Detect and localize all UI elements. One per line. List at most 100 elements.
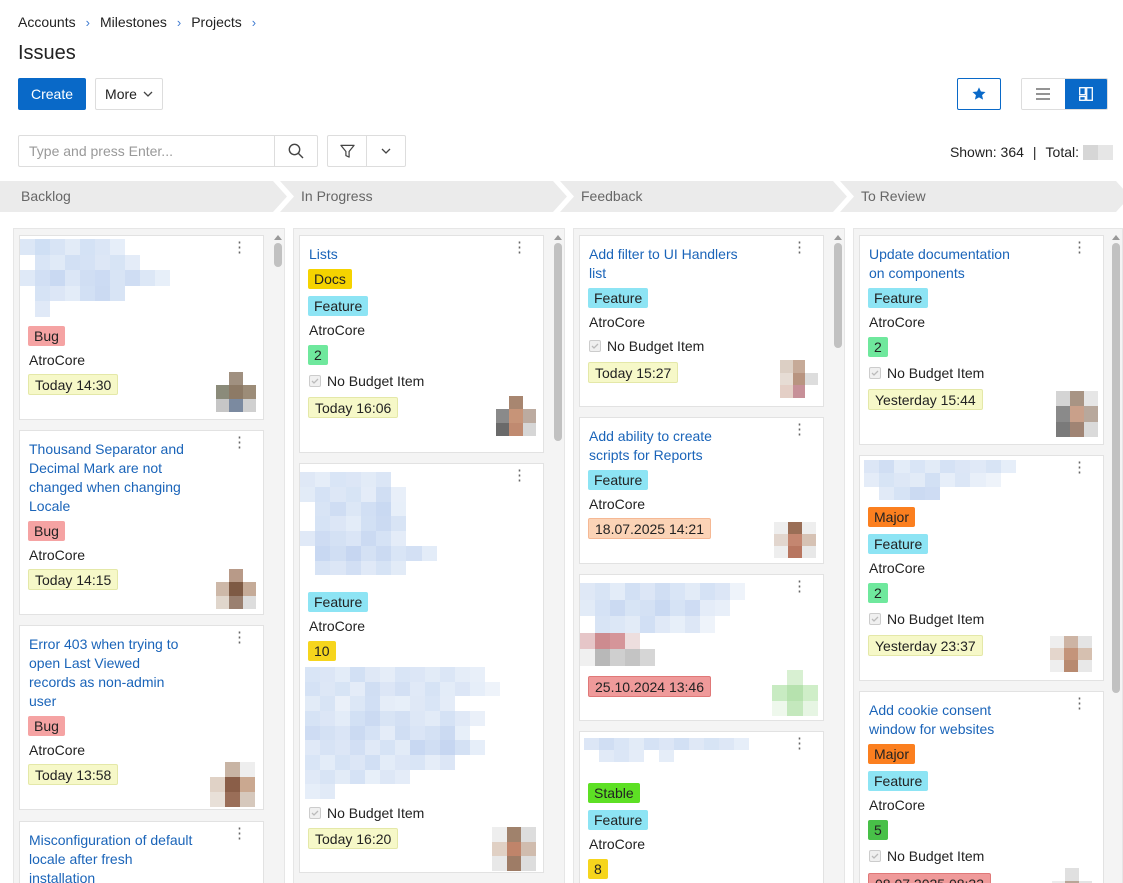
issue-title-link[interactable]: Error 403 when trying to open Last Viewe…	[29, 635, 189, 711]
issue-title-link[interactable]: Thousand Separator and Decimal Mark are …	[29, 440, 209, 516]
avatar[interactable]	[492, 827, 536, 871]
kebab-menu-icon[interactable]: ⋮	[792, 240, 807, 255]
checkbox-icon	[309, 807, 321, 819]
issue-card[interactable]: ⋮ Error 403 when trying to open Last Vie…	[19, 625, 264, 810]
kanban-icon	[1078, 87, 1093, 101]
avatar[interactable]	[216, 569, 256, 609]
kebab-menu-icon[interactable]: ⋮	[232, 240, 247, 255]
create-button[interactable]: Create	[18, 78, 86, 110]
project-name: AtroCore	[869, 797, 926, 813]
date-badge: Today 15:27	[588, 362, 679, 383]
kebab-menu-icon[interactable]: ⋮	[792, 736, 807, 751]
list-view-button[interactable]	[1022, 79, 1065, 109]
avatar[interactable]	[1056, 391, 1098, 437]
tag-feature: Feature	[588, 288, 649, 308]
total-label: Total:	[1045, 144, 1079, 160]
kebab-menu-icon[interactable]: ⋮	[232, 630, 247, 645]
kebab-menu-icon[interactable]: ⋮	[1072, 240, 1087, 255]
issue-title-link[interactable]: Add ability to create scripts for Report…	[589, 427, 749, 465]
issue-card[interactable]: ⋮ Add cookie consent window for websites…	[859, 691, 1104, 883]
issue-title-link[interactable]: Update documentation on components	[869, 245, 1029, 283]
issue-card[interactable]: ⋮ Add filter to UI Handlers list Feature…	[579, 235, 824, 407]
avatar[interactable]	[780, 360, 818, 398]
scrollbar[interactable]	[834, 235, 842, 348]
kebab-menu-icon[interactable]: ⋮	[1072, 696, 1087, 711]
column-backlog: ⋮ Bug AtroCore Today 14:30 ⋮ Thousand Se…	[13, 228, 285, 883]
issue-title-link[interactable]: Add cookie consent window for websites	[869, 701, 1029, 739]
breadcrumb-milestones[interactable]: Milestones	[100, 14, 167, 30]
total-value-blurred	[1083, 144, 1113, 160]
date-badge: Today 14:30	[28, 374, 119, 395]
scrollbar[interactable]	[554, 235, 562, 441]
blurred-title	[20, 239, 185, 317]
chevron-right-icon: ›	[85, 14, 90, 30]
budget-label: No Budget Item	[887, 848, 985, 864]
avatar[interactable]	[1050, 636, 1092, 672]
blurred-title	[580, 583, 745, 666]
favorite-button[interactable]	[957, 78, 1001, 110]
kanban-view-button[interactable]	[1064, 79, 1107, 109]
filter-dropdown-button[interactable]	[366, 136, 405, 166]
issue-card[interactable]: ⋮ Feature AtroCore 10 No Budget Item Tod…	[299, 463, 544, 873]
date-badge: 25.10.2024 13:46	[588, 676, 711, 697]
project-name: AtroCore	[869, 560, 926, 576]
checkbox-icon	[589, 340, 601, 352]
record-counts: Shown: 364 | Total:	[950, 144, 1113, 160]
budget-label: No Budget Item	[607, 338, 705, 354]
project-name: AtroCore	[29, 352, 86, 368]
more-button[interactable]: More	[95, 78, 163, 110]
search-box	[18, 135, 318, 167]
project-name: AtroCore	[29, 547, 86, 563]
chevron-down-icon	[143, 91, 153, 97]
tag-bug: Bug	[28, 326, 65, 346]
story-points: 5	[868, 820, 888, 840]
issue-card[interactable]: ⋮ Misconfiguration of default locale aft…	[19, 821, 264, 883]
date-badge: Today 14:15	[28, 569, 119, 590]
issue-card[interactable]: ⋮ Bug AtroCore Today 14:30	[19, 235, 264, 420]
budget-item: No Budget Item	[309, 373, 424, 389]
issue-card[interactable]: ⋮ Stable Feature AtroCore 8	[579, 731, 824, 883]
date-badge: 08.07.2025 08:33	[868, 873, 991, 883]
kebab-menu-icon[interactable]: ⋮	[792, 422, 807, 437]
checkbox-icon	[309, 375, 321, 387]
avatar[interactable]	[772, 670, 818, 716]
breadcrumb-projects[interactable]: Projects	[191, 14, 242, 30]
kebab-menu-icon[interactable]: ⋮	[512, 468, 527, 483]
issue-card[interactable]: ⋮ Lists Docs Feature AtroCore 2 No Budge…	[299, 235, 544, 453]
avatar[interactable]	[210, 762, 255, 807]
issue-card[interactable]: ⋮ Update documentation on components Fea…	[859, 235, 1104, 445]
checkbox-icon	[869, 613, 881, 625]
kebab-menu-icon[interactable]: ⋮	[232, 826, 247, 841]
kebab-menu-icon[interactable]: ⋮	[232, 435, 247, 450]
breadcrumb-accounts[interactable]: Accounts	[18, 14, 76, 30]
issue-card[interactable]: ⋮ Major Feature AtroCore 2 No Budget Ite…	[859, 455, 1104, 681]
issue-card[interactable]: ⋮ 25.10.2024 13:46	[579, 574, 824, 721]
budget-label: No Budget Item	[327, 805, 425, 821]
avatar[interactable]	[1052, 868, 1092, 883]
scrollbar[interactable]	[1112, 235, 1120, 693]
budget-item: No Budget Item	[869, 611, 984, 627]
stage-in-progress: In Progress	[280, 181, 567, 212]
scrollbar[interactable]	[274, 235, 282, 267]
avatar[interactable]	[774, 522, 816, 558]
filter-button[interactable]	[328, 136, 366, 166]
kebab-menu-icon[interactable]: ⋮	[792, 579, 807, 594]
tag-feature: Feature	[868, 771, 929, 791]
avatar[interactable]	[216, 372, 256, 412]
column-to-review: ⋮ Update documentation on components Fea…	[853, 228, 1123, 883]
stage-feedback: Feedback	[560, 181, 847, 212]
project-name: AtroCore	[589, 836, 646, 852]
issue-card[interactable]: ⋮ Thousand Separator and Decimal Mark ar…	[19, 430, 264, 615]
list-icon	[1036, 88, 1051, 100]
project-name: AtroCore	[589, 496, 646, 512]
avatar[interactable]	[496, 396, 536, 436]
issue-title-link[interactable]: Misconfiguration of default locale after…	[29, 831, 199, 883]
search-button[interactable]	[274, 136, 317, 166]
issue-title-link[interactable]: Add filter to UI Handlers list	[589, 245, 749, 283]
search-input[interactable]	[19, 136, 274, 166]
blurred-description	[305, 667, 500, 799]
issue-card[interactable]: ⋮ Add ability to create scripts for Repo…	[579, 417, 824, 564]
kebab-menu-icon[interactable]: ⋮	[1072, 460, 1087, 475]
issue-title-link[interactable]: Lists	[309, 245, 489, 264]
kebab-menu-icon[interactable]: ⋮	[512, 240, 527, 255]
